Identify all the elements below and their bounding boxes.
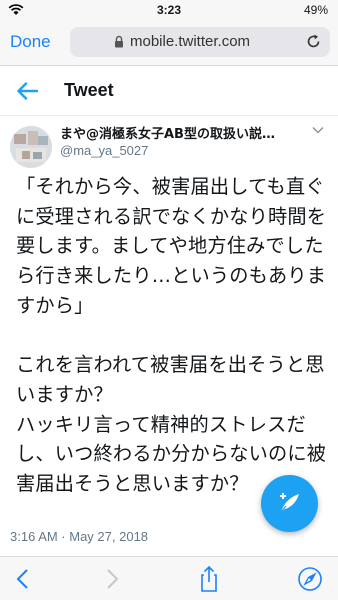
forward-icon[interactable] [97,565,125,593]
tweet-header: Tweet [0,66,338,116]
safari-toolbar [0,556,338,600]
url-field[interactable]: mobile.twitter.com [70,27,330,57]
status-time: 3:23 [156,3,182,17]
tweet-timestamp: 3:16 AM · May 27, 2018 [10,529,149,544]
author-name[interactable]: まや@消極系女子AB型の取扱い説… [60,123,275,142]
avatar[interactable] [10,126,52,168]
compose-tweet-icon [280,493,299,513]
reload-icon[interactable] [305,33,322,50]
compose-tweet-button[interactable] [261,475,318,532]
done-button[interactable]: Done [10,32,51,52]
battery-percentage: 49% [303,3,328,17]
page-title: Tweet [64,80,114,100]
tweet-author: まや@消極系女子AB型の取扱い説… @ma_ya_5027 [0,116,338,172]
safari-address-bar: Done mobile.twitter.com [0,20,338,66]
tweet-text: 「それから今、被害届出しても直ぐに受理される訳でなくかなり時間を要します。まして… [16,175,327,496]
bookmarks-icon[interactable] [240,565,268,593]
lock-icon [115,35,123,48]
compass-icon[interactable] [296,565,324,593]
share-icon[interactable] [195,565,223,593]
chevron-down-icon[interactable] [312,126,324,134]
back-icon[interactable] [10,565,38,593]
status-bar: 3:23 49% [0,0,338,20]
back-arrow-icon[interactable] [16,82,38,100]
author-handle[interactable]: @ma_ya_5027 [60,143,148,158]
url-text: mobile.twitter.com [130,33,251,50]
